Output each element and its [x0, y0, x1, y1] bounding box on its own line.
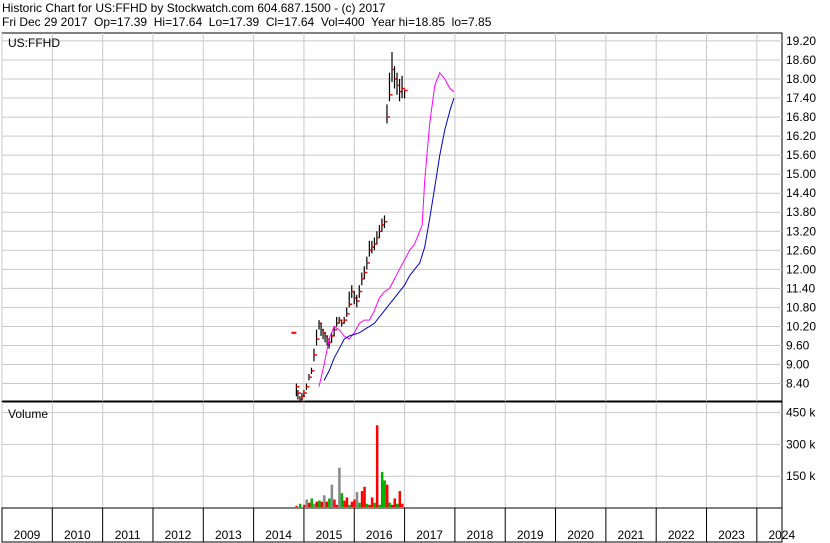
x-tick-label: 2017	[416, 528, 443, 542]
volume-bar	[383, 480, 386, 507]
price-y-tick-label: 11.40	[786, 281, 815, 295]
price-y-tick-label: 13.80	[786, 205, 816, 219]
volume-bar	[375, 425, 379, 507]
x-tick-label: 2011	[115, 528, 141, 542]
price-y-tick-label: 16.80	[786, 110, 816, 124]
volume-bar	[385, 484, 389, 507]
x-tick-label: 2013	[215, 528, 242, 542]
x-tick-label: 2012	[165, 528, 192, 542]
volume-bar	[318, 500, 321, 507]
price-y-tick-label: 18.00	[786, 72, 816, 86]
volume-bar	[345, 497, 349, 507]
x-tick-label: 2024	[768, 528, 795, 542]
volume-panel-title: Volume	[8, 407, 48, 421]
price-y-tick-label: 17.40	[786, 91, 816, 105]
x-tick-label: 2018	[467, 528, 494, 542]
x-tick-label: 2015	[316, 528, 343, 542]
price-y-tick-label: 16.20	[786, 129, 816, 143]
volume-bar	[320, 501, 324, 507]
volume-bar	[313, 503, 316, 507]
volume-bar	[310, 498, 313, 507]
price-y-tick-label: 19.20	[786, 34, 816, 48]
volume-bar	[302, 504, 306, 507]
volume-bar	[370, 497, 374, 507]
volume-bar	[307, 502, 311, 507]
x-tick-label: 2009	[14, 528, 41, 542]
volume-bar	[340, 493, 344, 507]
volume-bar	[298, 503, 302, 507]
volume-bar	[333, 499, 336, 507]
stock-chart: 19.20 18.60 18.00 17.40 16.80 16.20 15.60 15.00…	[1, 32, 816, 543]
price-y-tick-label: 14.40	[786, 186, 816, 200]
volume-bar	[350, 501, 354, 507]
volume-bar	[358, 502, 361, 507]
volume-y-axis: 450 k 300 k 150 k	[786, 406, 816, 484]
volume-bar	[348, 504, 351, 507]
volume-bar	[391, 504, 394, 507]
price-y-axis: 19.20 18.60 18.00 17.40 16.80 16.20 15.60 15.00…	[786, 34, 816, 391]
x-tick-label: 2019	[517, 528, 544, 542]
price-y-tick-label: 9.00	[786, 358, 810, 372]
volume-bar	[325, 501, 329, 507]
price-y-tick-label: 10.80	[786, 300, 816, 314]
volume-bar	[305, 499, 308, 507]
volume-bar	[401, 503, 404, 507]
volume-bar	[380, 471, 384, 507]
price-y-tick-label: 8.40	[786, 377, 810, 391]
price-y-tick-label: 15.60	[786, 148, 816, 162]
price-y-tick-label: 13.20	[786, 224, 816, 238]
price-y-tick-label: 9.60	[786, 338, 810, 352]
x-tick-label: 2022	[668, 528, 695, 542]
x-tick-label: 2014	[265, 528, 292, 542]
volume-y-tick-label: 300 k	[786, 437, 816, 451]
volume-bar	[323, 495, 326, 507]
volume-bar	[378, 504, 381, 507]
price-y-tick-label: 12.60	[786, 243, 816, 257]
volume-bar	[388, 502, 391, 507]
volume-bar	[368, 504, 371, 507]
volume-bar	[398, 491, 402, 507]
price-panel-title: US:FFHD	[8, 36, 60, 50]
volume-bar	[365, 503, 369, 507]
volume-bar	[355, 492, 359, 507]
x-tick-label: 2016	[366, 528, 393, 542]
x-tick-label: 2023	[718, 528, 745, 542]
x-tick-label: 2021	[618, 528, 645, 542]
volume-bar	[330, 484, 334, 507]
volume-bar	[393, 498, 397, 507]
price-y-tick-label: 15.00	[786, 167, 816, 181]
volume-bar	[353, 499, 356, 507]
volume-bar	[338, 467, 341, 507]
price-y-tick-label: 18.60	[786, 53, 816, 67]
volume-panel-frame	[1, 401, 783, 509]
volume-y-tick-label: 150 k	[786, 469, 816, 483]
x-tick-label: 2020	[567, 528, 594, 542]
price-y-tick-label: 10.20	[786, 319, 816, 333]
volume-bar	[396, 503, 399, 507]
volume-bar	[335, 504, 339, 507]
volume-bar	[373, 502, 376, 507]
volume-bar	[295, 505, 298, 507]
volume-bar	[315, 501, 319, 507]
volume-y-tick-label: 450 k	[786, 406, 816, 420]
volume-bar	[328, 498, 331, 507]
volume-bar	[343, 500, 346, 507]
volume-bar	[360, 491, 364, 507]
volume-bar	[363, 486, 366, 507]
price-y-tick-label: 12.00	[786, 262, 816, 276]
x-tick-label: 2010	[64, 528, 91, 542]
